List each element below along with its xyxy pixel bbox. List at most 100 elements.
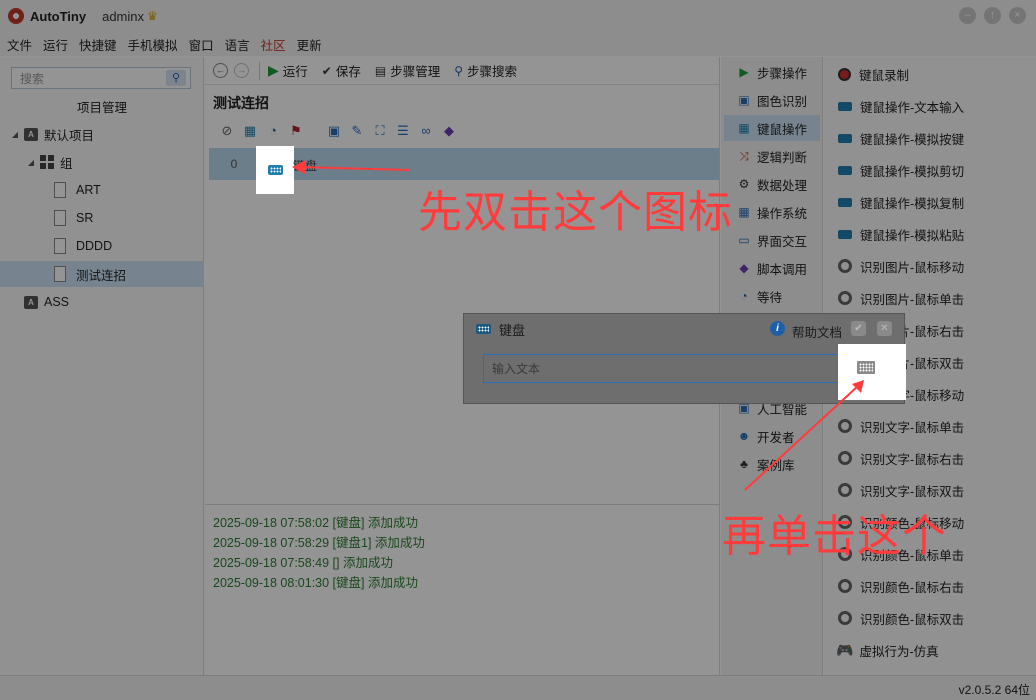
action-text-rightclick[interactable]: 识别文字-鼠标右击 xyxy=(836,444,1036,472)
menu-file[interactable]: 文件 xyxy=(7,35,32,54)
category-image-color[interactable]: ▣ 图色识别 xyxy=(724,87,820,113)
flag-icon[interactable]: ⚑ xyxy=(288,123,304,139)
action-virtual-behavior[interactable]: 🎮 虚拟行为-仿真 xyxy=(836,636,1036,664)
maximize-button[interactable]: ↑ xyxy=(984,7,1001,24)
category-label: 操作系统 xyxy=(757,206,808,221)
log-line: 2025-09-18 08:01:30 [键盘] 添加成功 xyxy=(213,576,418,590)
close-window-button[interactable]: × xyxy=(1009,7,1026,24)
menu-language[interactable]: 语言 xyxy=(225,35,250,54)
search-icon[interactable]: ⚲ xyxy=(166,70,186,86)
action-record[interactable]: 键鼠录制 xyxy=(836,60,1036,88)
category-wait[interactable]: ◔ 等待 xyxy=(724,283,820,309)
settings-sliders-icon[interactable]: ☰ xyxy=(395,123,411,139)
action-text-input[interactable]: 键鼠操作-文本输入 xyxy=(836,92,1036,120)
back-icon[interactable]: ← xyxy=(213,63,228,78)
menu-window[interactable]: 窗口 xyxy=(189,35,214,54)
crown-icon: ♛ xyxy=(147,9,158,23)
csharp-icon[interactable]: ◆ xyxy=(441,123,457,139)
tree-label: 组 xyxy=(60,156,73,171)
action-cut[interactable]: 键鼠操作-模拟剪切 xyxy=(836,156,1036,184)
annotation-double-click: 先双击这个图标 xyxy=(418,187,733,238)
tree-label: ASS xyxy=(44,295,70,309)
ocr-icon[interactable]: ⛶ xyxy=(372,123,388,139)
system-icon: ▦ xyxy=(738,205,750,219)
category-label: 逻辑判断 xyxy=(757,150,808,165)
tree-file-dddd[interactable]: DDDD xyxy=(0,233,204,259)
user-name[interactable]: adminx xyxy=(102,9,144,24)
tree-file-sr[interactable]: SR xyxy=(0,205,204,231)
text-input-field[interactable]: 输入文本 xyxy=(483,354,883,383)
run-button[interactable]: ▶ 运行 xyxy=(268,61,308,80)
menu-run[interactable]: 运行 xyxy=(43,35,68,54)
close-icon[interactable]: ✕ xyxy=(877,321,892,336)
expand-arrow-icon[interactable]: ◢ xyxy=(26,158,36,167)
action-copy[interactable]: 键鼠操作-模拟复制 xyxy=(836,188,1036,216)
virtual-keyboard-toggle-icon[interactable] xyxy=(857,361,875,374)
save-label: 保存 xyxy=(335,65,361,79)
category-keymouse[interactable]: ▦ 键鼠操作 xyxy=(724,115,820,141)
category-system[interactable]: ▦ 操作系统 xyxy=(724,199,820,225)
step-index: 0 xyxy=(230,157,238,171)
gamepad-icon: 🎮 xyxy=(836,641,854,658)
info-icon[interactable]: i xyxy=(770,321,785,336)
version-label: v2.0.5.2 64位 xyxy=(958,683,1030,697)
step-manage-label: 步骤管理 xyxy=(390,65,441,79)
dialog-title: 键盘 xyxy=(499,322,526,338)
action-paste[interactable]: 键鼠操作-模拟粘贴 xyxy=(836,220,1036,248)
category-library[interactable]: ♣ 案例库 xyxy=(724,451,820,477)
tree-group[interactable]: ◢ 组 xyxy=(0,149,204,175)
menu-hotkeys[interactable]: 快捷键 xyxy=(79,35,117,54)
clock-icon[interactable]: ◔ xyxy=(265,123,281,139)
menu-update[interactable]: 更新 xyxy=(297,35,322,54)
quick-tools: ⊘ ▦ ◔ ⚑ ▣ ✎ ⛶ ☰ ∞ ◆ xyxy=(219,123,457,139)
category-step-ops[interactable]: ▶ 步骤操作 xyxy=(724,59,820,85)
color-picker-icon[interactable]: ✎ xyxy=(349,123,365,139)
action-color-doubleclick[interactable]: 识别颜色-鼠标双击 xyxy=(836,604,1036,632)
disable-icon[interactable]: ⊘ xyxy=(219,123,235,139)
category-developer[interactable]: ☻ 开发者 xyxy=(724,423,820,449)
keyboard-icon xyxy=(476,324,491,334)
help-doc-link[interactable]: 帮助文档 xyxy=(792,322,842,341)
tree-file-test-combo[interactable]: 测试连招 xyxy=(0,261,204,287)
minimize-button[interactable]: – xyxy=(959,7,976,24)
tree-project-default[interactable]: ◢ A 默认项目 xyxy=(0,121,204,147)
file-icon xyxy=(54,182,66,198)
log-line: 2025-09-18 07:58:29 [键盘1] 添加成功 xyxy=(213,536,425,550)
expand-arrow-icon[interactable]: ◢ xyxy=(10,130,20,139)
category-data[interactable]: ⚙ 数据处理 xyxy=(724,171,820,197)
project-icon: A xyxy=(24,127,38,141)
run-label: 运行 xyxy=(282,65,308,79)
action-key-press[interactable]: 键鼠操作-模拟按键 xyxy=(836,124,1036,152)
image-icon[interactable]: ▣ xyxy=(326,123,342,139)
tree-file-art[interactable]: ART xyxy=(0,177,204,203)
action-text-click[interactable]: 识别文字-鼠标单击 xyxy=(836,412,1036,440)
keyboard-icon xyxy=(838,101,852,111)
save-button[interactable]: ✔ 保存 xyxy=(322,61,361,80)
app-logo-icon xyxy=(8,8,24,24)
action-label: 识别文字-鼠标单击 xyxy=(860,420,965,435)
action-color-rightclick[interactable]: 识别颜色-鼠标右击 xyxy=(836,572,1036,600)
keyboard-icon[interactable]: ▦ xyxy=(242,123,258,139)
group-grid-icon xyxy=(40,155,54,169)
category-logic[interactable]: ⤨ 逻辑判断 xyxy=(724,143,820,169)
menu-community[interactable]: 社区 xyxy=(261,35,286,54)
category-script[interactable]: ◆ 脚本调用 xyxy=(724,255,820,281)
category-ui[interactable]: ▭ 界面交互 xyxy=(724,227,820,253)
link-icon[interactable]: ∞ xyxy=(418,123,434,139)
tree-project-ass[interactable]: A ASS xyxy=(0,289,204,315)
step-manage-button[interactable]: ▤ 步骤管理 xyxy=(375,61,440,80)
action-img-move[interactable]: 识别图片-鼠标移动 xyxy=(836,252,1036,280)
forward-icon[interactable]: → xyxy=(234,63,249,78)
toolbar-separator xyxy=(259,61,260,80)
keyboard-icon: ▦ xyxy=(738,121,750,135)
confirm-icon[interactable]: ✔ xyxy=(851,321,866,336)
save-icon: ✔ xyxy=(321,63,332,78)
step-search-button[interactable]: ⚲ 步骤搜索 xyxy=(454,61,517,80)
action-label: 键鼠操作-模拟粘贴 xyxy=(860,228,965,243)
menu-phone-sim[interactable]: 手机模拟 xyxy=(128,35,178,54)
action-label: 识别图片-鼠标单击 xyxy=(860,292,965,307)
step-keyboard-icon-highlight[interactable] xyxy=(256,146,294,194)
action-label: 键鼠操作-模拟复制 xyxy=(860,196,965,211)
action-img-click[interactable]: 识别图片-鼠标单击 xyxy=(836,284,1036,312)
project-search-input[interactable]: 搜索 ⚲ xyxy=(11,67,191,89)
